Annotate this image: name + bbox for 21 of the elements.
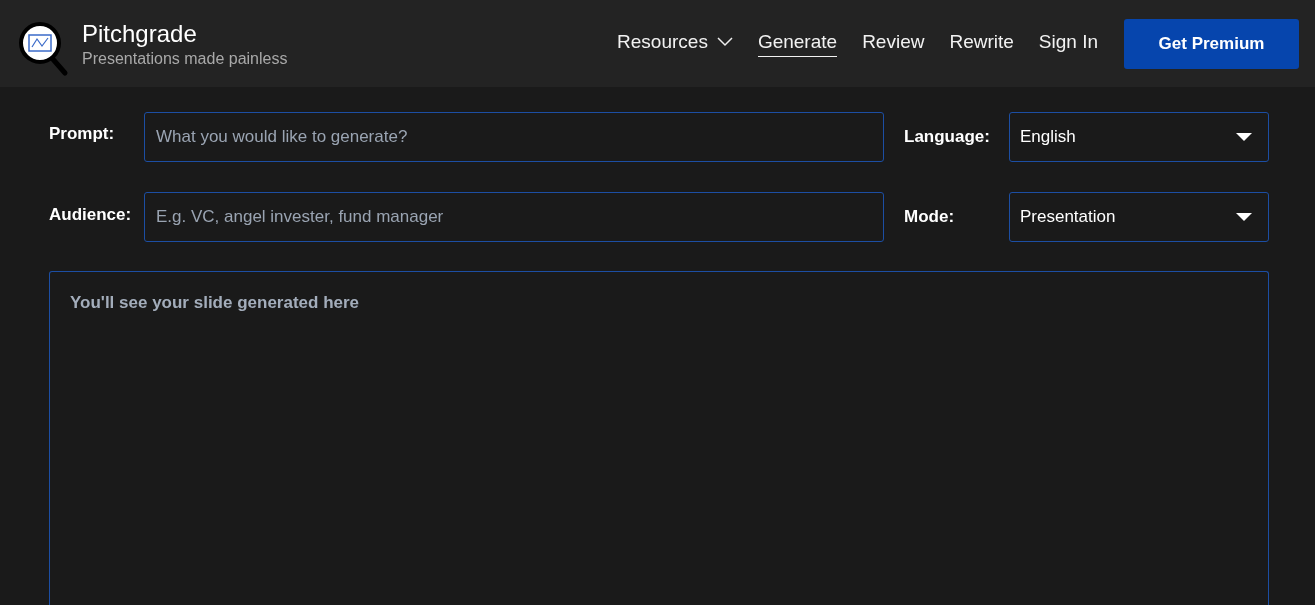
caret-down-icon <box>1236 212 1252 222</box>
dropdown-select[interactable]: English <box>1009 112 1269 162</box>
dropdown-select[interactable]: Presentation <box>1009 192 1269 242</box>
nav-link[interactable]: Generate <box>757 30 838 57</box>
field-label: Mode: <box>903 206 956 227</box>
input-field[interactable]: What you would like to generate? <box>144 112 884 162</box>
brand-name: Pitchgrade <box>82 19 198 48</box>
nav-link[interactable]: Rewrite <box>949 30 1014 57</box>
field-label: Audience: <box>49 204 133 225</box>
caret-down-icon <box>1236 132 1252 142</box>
get-premium-button[interactable]: Get Premium <box>1124 18 1299 69</box>
slide-output-field[interactable]: You'll see your slide generated here <box>49 271 1269 605</box>
field-label: Prompt: <box>49 123 116 144</box>
input-field[interactable]: E.g. VC, angel invester, fund manager <box>144 192 884 242</box>
brand-tagline: Presentations made painless <box>82 49 288 68</box>
nav-dropdown[interactable]: Resources <box>617 30 733 57</box>
nav-link[interactable]: Review <box>862 30 925 57</box>
nav-link[interactable]: Sign In <box>1038 30 1098 57</box>
field-label: Language: <box>903 126 991 147</box>
magnifier-chart-logo-icon <box>18 20 70 77</box>
chevron-down-icon <box>716 36 733 47</box>
